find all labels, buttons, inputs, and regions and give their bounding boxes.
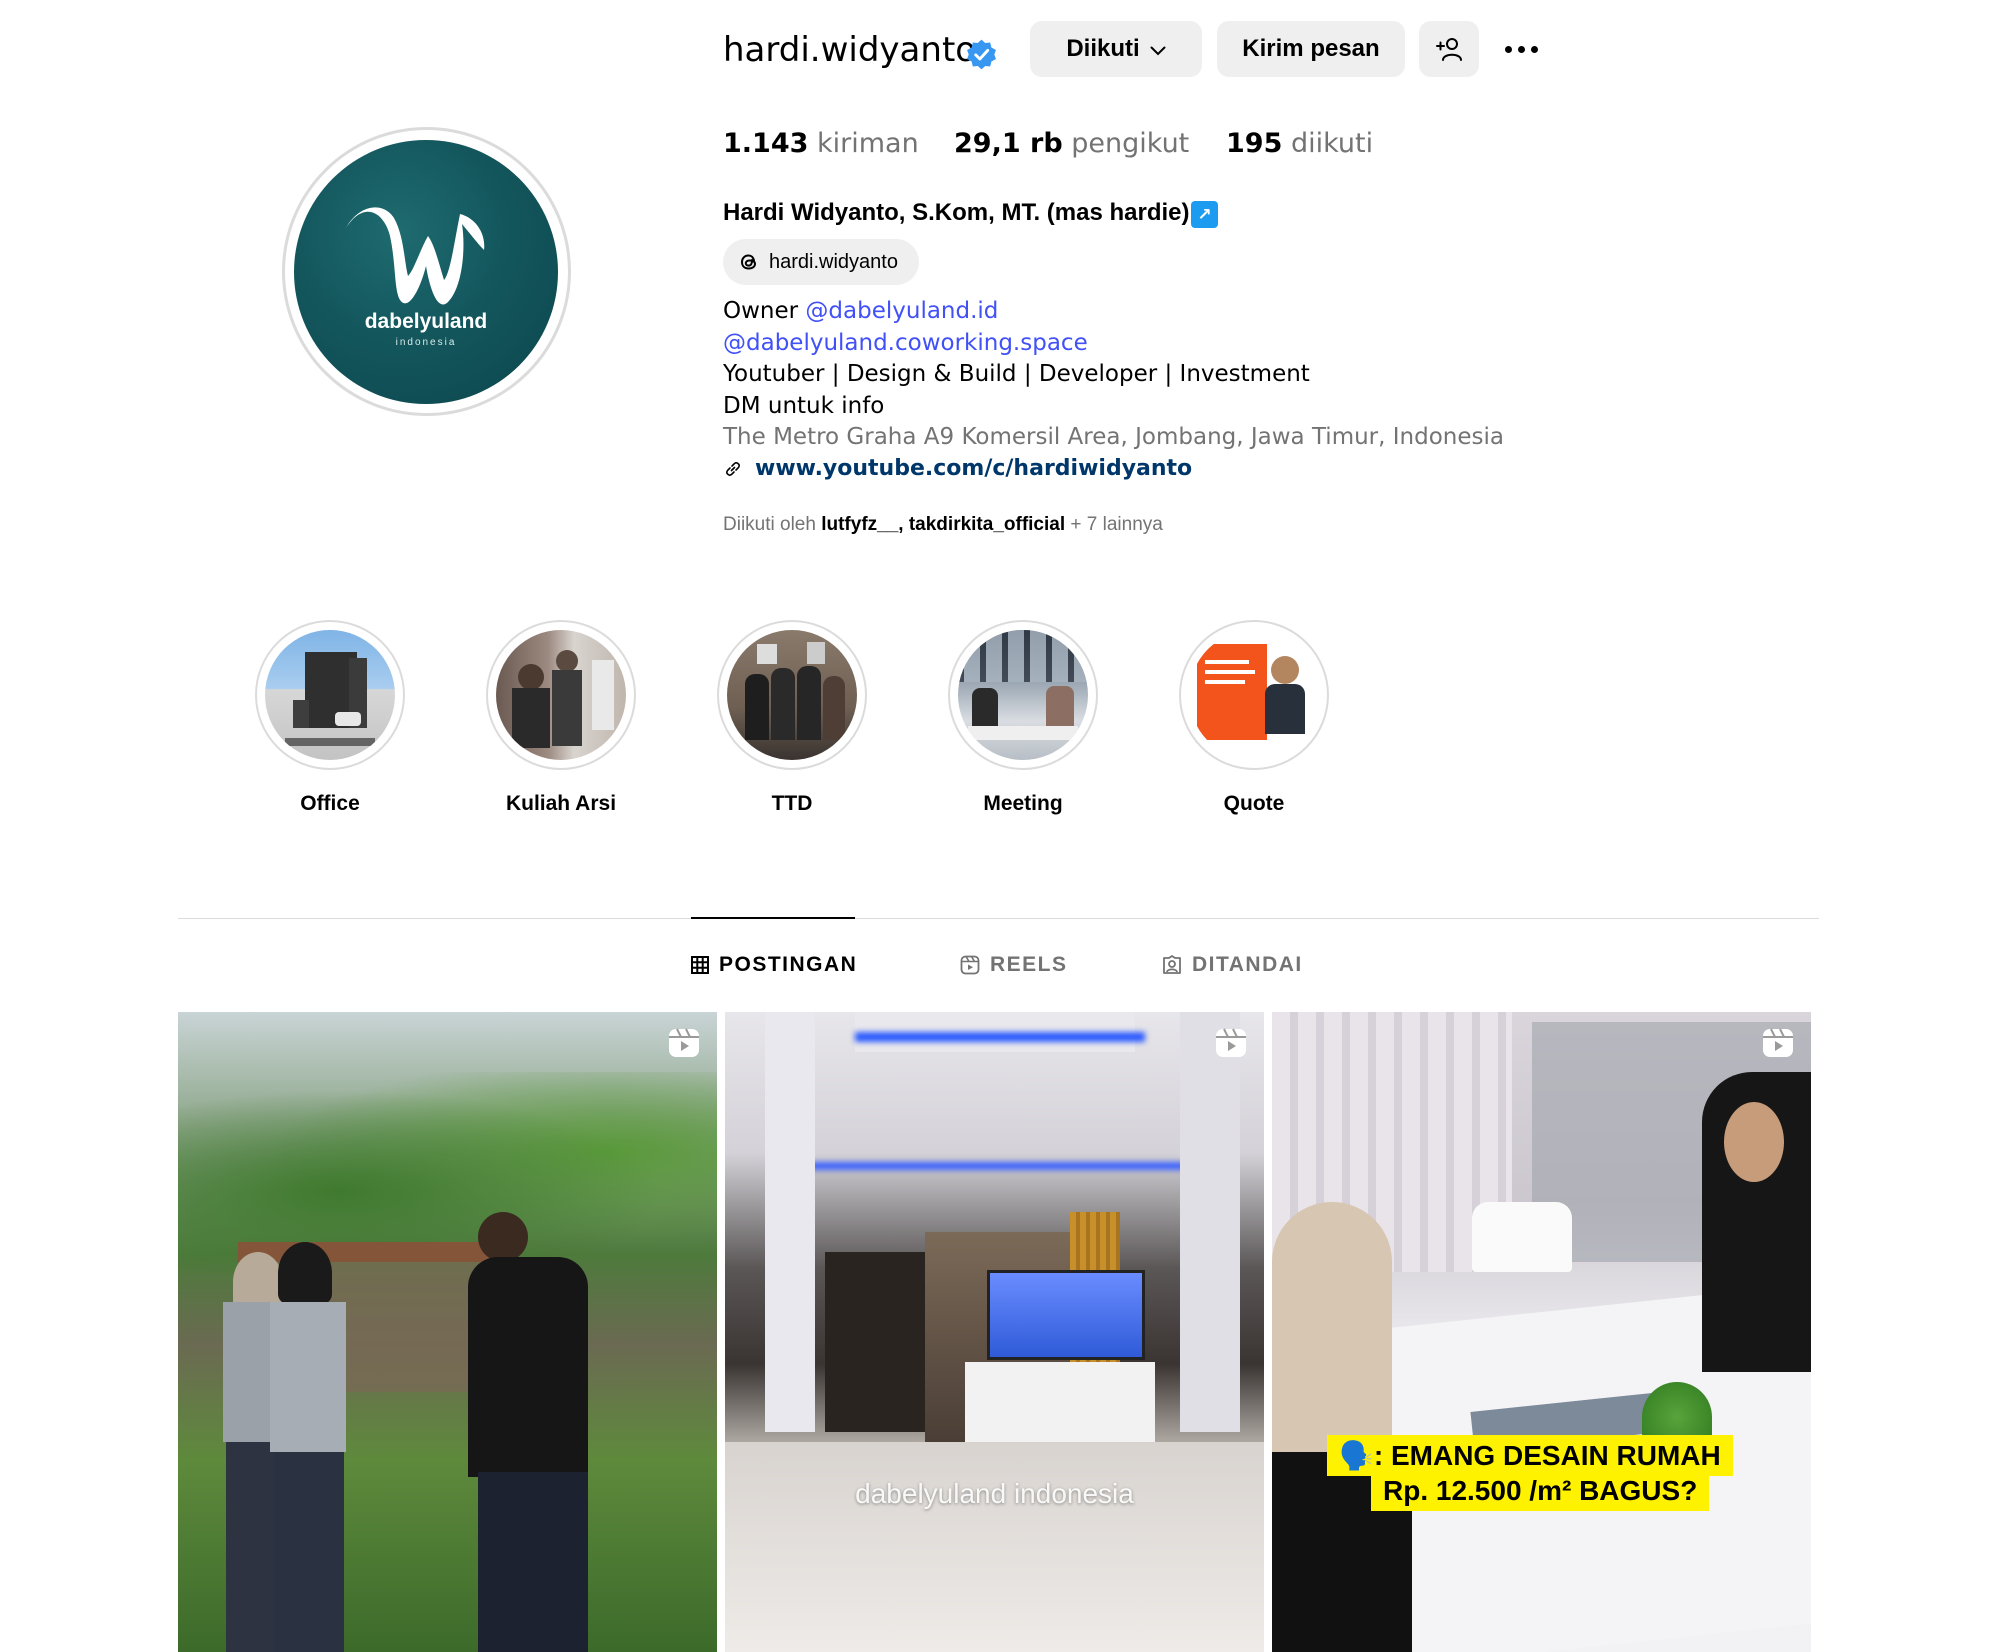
following-button-label: Diikuti	[1066, 35, 1140, 62]
reels-icon	[960, 955, 980, 975]
followed-by-prefix: Diikuti oleh	[723, 514, 822, 535]
more-options-icon[interactable]	[1496, 24, 1546, 74]
tab-active-indicator	[691, 917, 855, 919]
post-thumbnail[interactable]	[178, 1012, 717, 1652]
following-count-value: 195	[1226, 128, 1283, 159]
external-link-icon[interactable]: ↗	[1191, 201, 1218, 228]
avatar-brand-text: dabelyuland	[364, 310, 488, 333]
highlight-ring	[1179, 620, 1329, 770]
avatar-sub-text: indonesia	[395, 337, 457, 348]
bio-line-dm: DM untuk info	[723, 393, 885, 419]
highlight-quote[interactable]: Quote	[1179, 620, 1329, 816]
followers-count-label: pengikut	[1071, 128, 1190, 159]
highlight-label: Office	[300, 792, 360, 815]
mention-link-coworking[interactable]: @dabelyuland.coworking.space	[723, 330, 1088, 356]
suggested-users-button[interactable]	[1419, 21, 1479, 77]
highlight-thumbnail	[727, 630, 857, 760]
bio-website-link[interactable]: www.youtube.com/c/hardiwidyanto	[723, 456, 1192, 481]
profile-full-name: Hardi Widyanto, S.Kom, MT. (mas hardie)	[723, 199, 1190, 226]
bio-address: The Metro Graha A9 Komersil Area, Jomban…	[723, 424, 1504, 450]
grid-icon	[691, 956, 709, 974]
mention-link-dabelyuland[interactable]: @dabelyuland.id	[805, 298, 998, 324]
posts-count-label: kiriman	[817, 128, 919, 159]
highlight-ring	[717, 620, 867, 770]
link-icon	[726, 461, 740, 476]
threads-profile-chip[interactable]: hardi.widyanto	[723, 239, 919, 285]
following-count-label: diikuti	[1290, 128, 1374, 159]
bio-line-owner: Owner @dabelyuland.id	[723, 298, 998, 324]
profile-username: hardi.widyanto	[723, 30, 977, 70]
highlight-ring	[255, 620, 405, 770]
highlight-label: TTD	[771, 792, 813, 815]
posts-count: 1.143 kiriman	[723, 128, 919, 159]
tab-tagged[interactable]: DITANDAI	[1162, 953, 1303, 977]
highlight-label: Meeting	[983, 792, 1063, 815]
followed-by-text[interactable]: Diikuti oleh lutfyfz__, takdirkita_offic…	[723, 514, 1163, 536]
following-button[interactable]: Diikuti	[1030, 21, 1202, 77]
post-caption-line1: 🗣️: EMANG DESAIN RUMAH	[1327, 1435, 1733, 1476]
person-figure	[478, 1212, 528, 1262]
following-count[interactable]: 195 diikuti	[1226, 128, 1373, 159]
posts-count-value: 1.143	[723, 128, 809, 159]
post-caption-line2: Rp. 12.500 /m² BAGUS?	[1371, 1471, 1710, 1511]
person-figure	[278, 1242, 332, 1304]
bio-line-categories: Youtuber | Design & Build | Developer | …	[723, 361, 1310, 387]
send-message-button[interactable]: Kirim pesan	[1217, 21, 1405, 77]
tab-tagged-label: DITANDAI	[1192, 953, 1303, 976]
highlight-kuliah-arsi[interactable]: Kuliah Arsi	[486, 620, 636, 816]
highlight-meeting[interactable]: Meeting	[948, 620, 1098, 816]
highlight-thumbnail	[496, 630, 626, 760]
highlight-thumbnail	[265, 630, 395, 760]
followed-by-users: lutfyfz__, takdirkita_official	[821, 514, 1066, 535]
followers-count[interactable]: 29,1 rb pengikut	[954, 128, 1189, 159]
tab-posts-label: POSTINGAN	[719, 953, 858, 976]
avatar[interactable]: dabelyuland indonesia	[294, 140, 558, 404]
threads-handle: hardi.widyanto	[769, 250, 898, 273]
post-thumbnail[interactable]: dabelyuland indonesia	[725, 1012, 1264, 1652]
tv-screen	[987, 1270, 1145, 1360]
reel-indicator-icon	[1216, 1028, 1246, 1057]
highlight-thumbnail	[958, 630, 1088, 760]
highlight-ring	[948, 620, 1098, 770]
verified-badge-icon	[967, 39, 996, 70]
reel-indicator-icon	[1763, 1028, 1793, 1057]
reel-indicator-icon	[669, 1028, 699, 1057]
tab-reels[interactable]: REELS	[960, 953, 1068, 977]
highlight-ttd[interactable]: TTD	[717, 620, 867, 816]
post-caption: dabelyuland indonesia	[855, 1478, 1134, 1509]
followed-by-suffix: + 7 lainnya	[1065, 514, 1163, 535]
threads-icon	[740, 254, 757, 270]
bio-owner-prefix: Owner	[723, 298, 806, 324]
highlight-ring	[486, 620, 636, 770]
tab-reels-label: REELS	[990, 953, 1068, 976]
bio-website-url: www.youtube.com/c/hardiwidyanto	[755, 456, 1193, 481]
tab-posts[interactable]: POSTINGAN	[691, 953, 857, 977]
post-thumbnail[interactable]: 🗣️: EMANG DESAIN RUMAH Rp. 12.500 /m² BA…	[1272, 1012, 1811, 1652]
highlight-office[interactable]: Office	[255, 620, 405, 816]
add-user-icon	[1436, 38, 1462, 61]
tabs-divider	[178, 918, 1819, 919]
highlight-label: Quote	[1223, 792, 1285, 815]
highlight-thumbnail	[1189, 630, 1319, 760]
brand-logo-icon	[346, 207, 485, 305]
highlight-label: Kuliah Arsi	[505, 792, 617, 815]
person-figure	[468, 1257, 588, 1477]
tagged-icon	[1162, 955, 1182, 975]
chevron-down-icon	[1150, 35, 1166, 63]
person-figure	[1272, 1202, 1392, 1462]
followers-count-value: 29,1 rb	[954, 128, 1063, 159]
